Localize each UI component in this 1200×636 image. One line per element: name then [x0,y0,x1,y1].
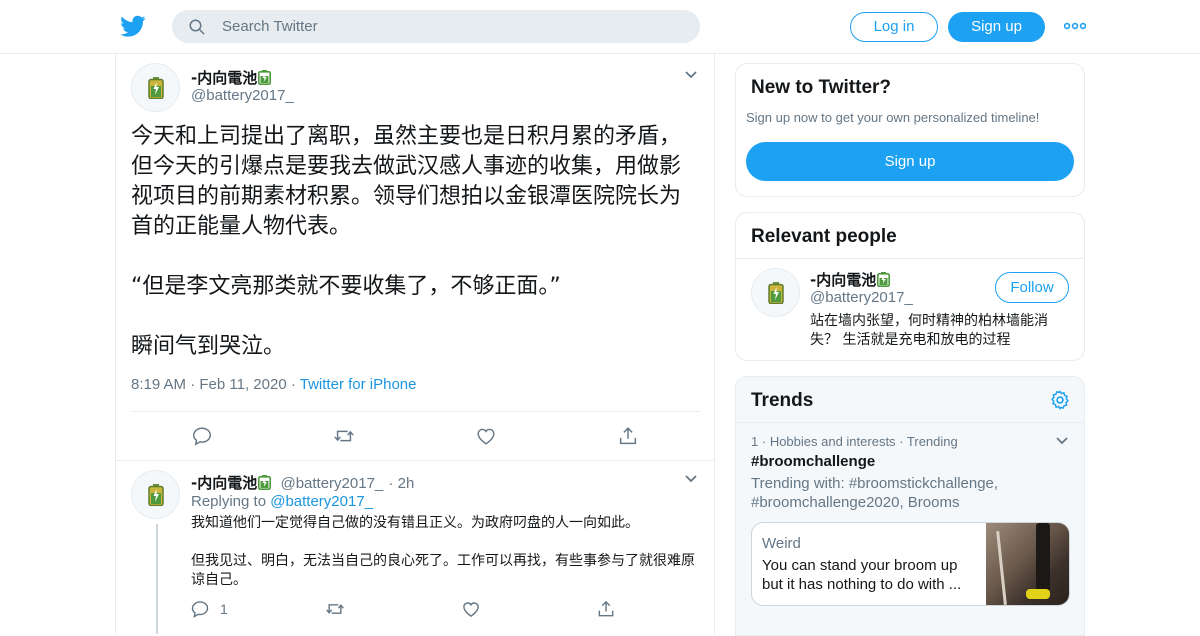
twitter-bird-icon[interactable] [120,13,146,39]
thread-line [156,524,158,634]
author-name-text[interactable]: -内向電池 [191,69,257,87]
battery-icon [148,484,164,506]
search-input[interactable] [222,10,682,43]
person-name-text[interactable]: -内向電池 [810,271,876,289]
share-icon[interactable] [617,425,639,447]
battery-icon [877,272,891,287]
sidebar-signup-button[interactable]: Sign up [746,142,1074,181]
tweet-source[interactable]: Twitter for iPhone [300,376,417,393]
reply-author-name-text[interactable]: -内向電池 [191,474,257,492]
card-title: New to Twitter? [751,77,892,98]
news-headline[interactable]: You can stand your broom up but it has n… [762,556,974,594]
news-source: Weird [762,535,801,552]
avatar[interactable] [751,268,800,317]
reply-icon[interactable] [191,425,213,447]
reply-author-name[interactable]: -内向電池 @battery2017_ · 2h [191,472,414,493]
card-title: Relevant people [751,226,897,247]
replying-prefix: Replying to [191,493,267,510]
trend-meta: 1 · Hobbies and interests · Trending [751,434,958,449]
like-icon[interactable] [461,599,481,619]
divider [116,460,714,461]
card-subtitle: Sign up now to get your own personalized… [746,110,1040,125]
reply-text: 我知道他们一定觉得自己做的没有错且正义。为政府叼盘的人一向如此。 但我见过、明白… [191,515,695,588]
reply-icon[interactable] [190,599,210,619]
chevron-down-icon[interactable] [1055,436,1069,446]
person-name[interactable]: -内向電池 [810,269,891,290]
trends-card: Trends 1 · Hobbies and interests · Trend… [735,376,1085,636]
retweet-icon[interactable] [325,599,345,619]
login-button[interactable]: Log in [850,12,938,42]
person-handle[interactable]: @battery2017_ [810,289,913,306]
separator-dot: · [899,434,907,449]
new-to-twitter-card: New to Twitter? Sign up now to get your … [735,63,1085,197]
trend-news-card[interactable]: Weird You can stand your broom up but it… [751,522,1070,606]
trend-related: Trending with: #broomstickchallenge, #br… [751,475,999,511]
follow-button[interactable]: Follow [995,272,1069,303]
avatar[interactable] [131,470,180,519]
top-nav-bar: Log in Sign up [0,0,1200,54]
person-bio: 站在墙内张望，何时精神的柏林墙能消失？ 生活就是充电和放电的过程 [810,313,1048,348]
retweet-icon[interactable] [333,425,355,447]
tweet-timestamp[interactable]: 8:19 AM · Feb 11, 2020 · Twitter for iPh… [131,376,416,393]
author-name[interactable]: -内向電池 [191,67,272,88]
separator-dot: · [290,376,300,393]
search-icon [189,19,205,35]
avatar[interactable] [131,63,180,112]
card-title: Trends [751,390,814,411]
tweet-text: 今天和上司提出了离职，虽然主要也是日积月累的矛盾，但今天的引爆点是要我去做武汉感… [131,124,682,359]
divider [736,422,1084,423]
broom-shape [996,531,1007,605]
signup-button[interactable]: Sign up [948,12,1045,42]
battery-icon [258,475,272,490]
separator-dot: · [761,434,770,449]
reply-count: 1 [220,601,228,617]
trend-name[interactable]: #broomchallenge [751,453,875,470]
news-thumbnail[interactable] [986,523,1069,605]
trend-rank: 1 [751,434,759,449]
separator-dot: · [388,475,398,492]
separator-dot: · [190,376,200,393]
like-icon[interactable] [475,425,497,447]
gear-icon[interactable] [1049,389,1071,411]
chevron-down-icon[interactable] [684,70,698,80]
more-icon[interactable] [1064,22,1086,30]
reply-age[interactable]: 2h [398,475,415,492]
main-timeline: -内向電池 @battery2017_ 今天和上司提出了离职，虽然主要也是日积月… [115,54,715,634]
relevant-people-card: Relevant people -内向電池 @battery2017_ Foll… [735,212,1085,361]
share-icon[interactable] [596,599,616,619]
replying-to: Replying to @battery2017_ [191,493,373,510]
trend-category: Hobbies and interests [769,434,896,449]
leg-shape [1036,523,1050,591]
author-handle[interactable]: @battery2017_ [191,87,294,104]
trend-status: Trending [906,434,958,449]
search-bar[interactable] [172,10,700,43]
divider [131,411,700,412]
divider [736,258,1084,259]
reply-author-handle[interactable]: @battery2017_ [280,475,383,492]
tweet-time[interactable]: 8:19 AM [131,376,186,393]
shoe-shape [1026,589,1050,599]
battery-icon [148,77,164,99]
battery-icon [768,282,784,304]
tweet-date[interactable]: Feb 11, 2020 [199,376,286,393]
battery-icon [258,70,272,85]
replying-to-link[interactable]: @battery2017_ [270,493,373,510]
chevron-down-icon[interactable] [684,474,698,484]
